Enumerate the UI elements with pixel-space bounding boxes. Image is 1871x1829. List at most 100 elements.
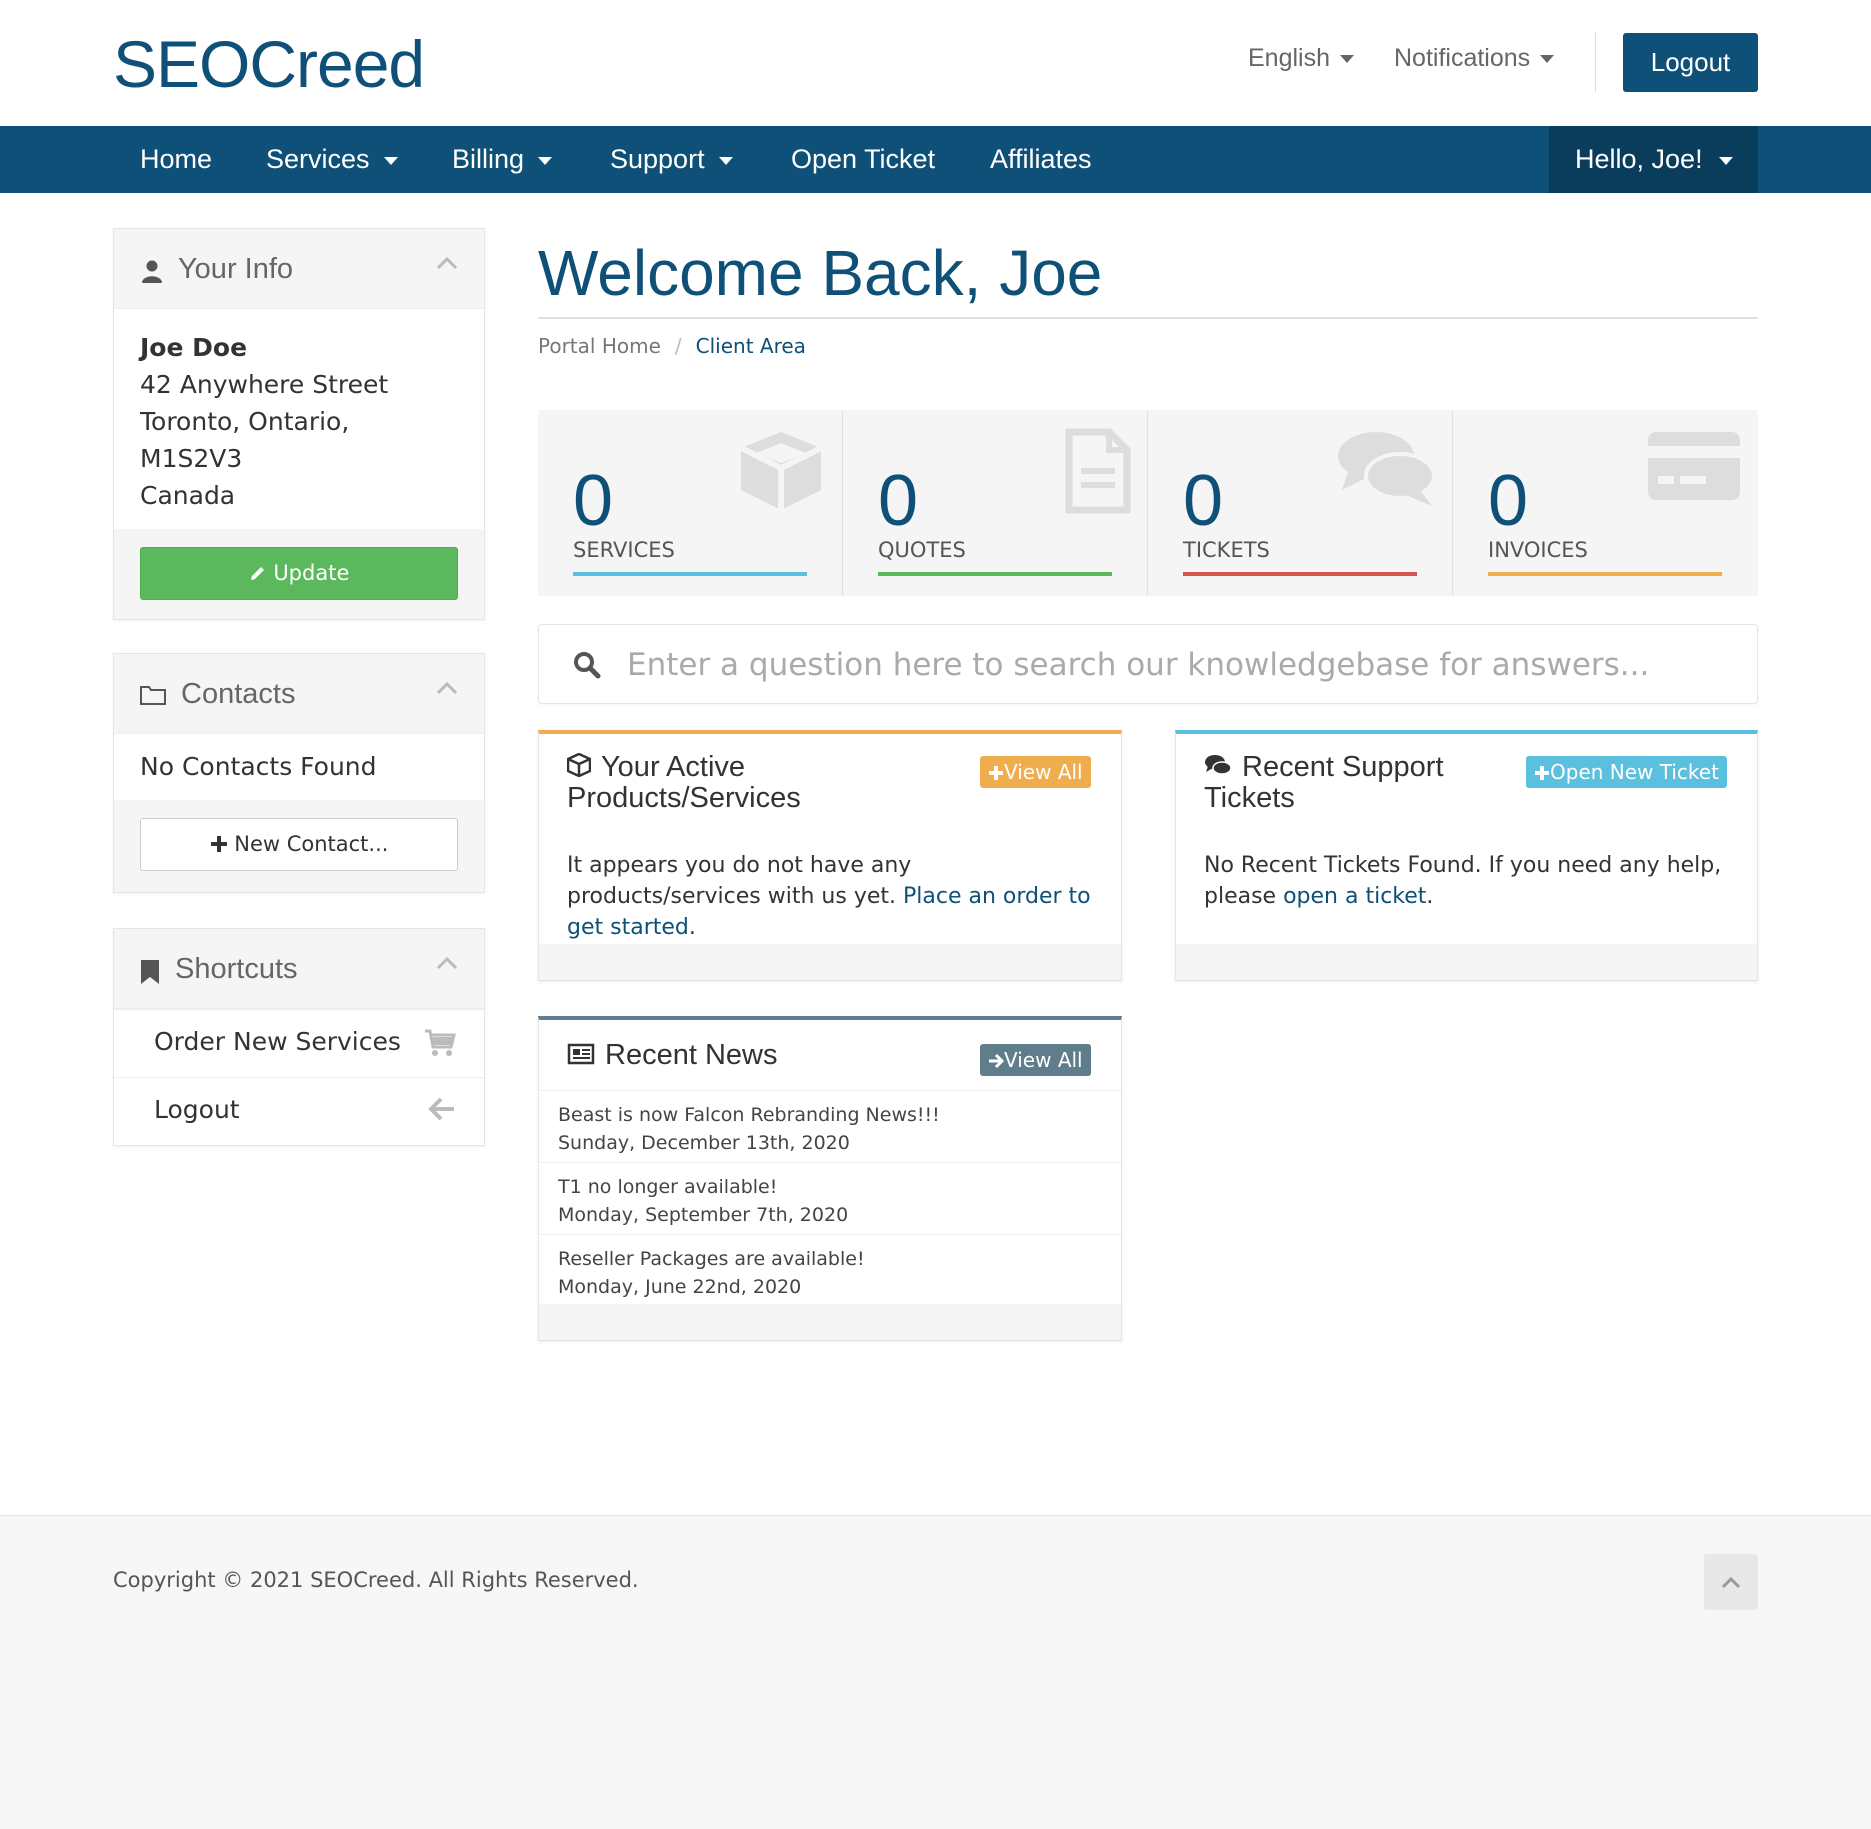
quotes-label: QUOTES xyxy=(878,538,966,562)
nav-billing[interactable]: Billing xyxy=(452,126,553,193)
products-view-all-button[interactable]: View All xyxy=(980,756,1091,788)
contacts-panel: Contacts No Contacts Found New Contact..… xyxy=(113,653,485,893)
kb-search-input[interactable] xyxy=(627,641,1727,689)
nav-home-label: Home xyxy=(140,144,213,174)
open-new-ticket-button[interactable]: Open New Ticket xyxy=(1526,756,1727,788)
caret-down-icon xyxy=(538,156,553,165)
products-period: . xyxy=(688,915,696,940)
news-view-all-button[interactable]: View All xyxy=(980,1044,1091,1076)
language-dropdown[interactable]: English xyxy=(1248,44,1354,73)
language-label: English xyxy=(1248,44,1330,72)
products-empty-text: It appears you do not have any products/… xyxy=(567,853,912,909)
address-line: Toronto, Ontario, xyxy=(140,407,350,436)
notifications-dropdown[interactable]: Notifications xyxy=(1394,44,1555,73)
nav-affiliates[interactable]: Affiliates xyxy=(990,126,1092,193)
open-ticket-link[interactable]: open a ticket xyxy=(1283,884,1426,909)
your-info-panel: Your Info Joe Doe 42 Anywhere Street Tor… xyxy=(113,228,485,620)
shortcuts-title: Shortcuts xyxy=(175,953,298,985)
shortcut-order-new-services[interactable]: Order New Services xyxy=(114,1009,484,1077)
logout-button[interactable]: Logout xyxy=(1623,33,1758,92)
news-item[interactable]: T1 no longer available! Monday, Septembe… xyxy=(539,1162,1121,1234)
chevron-up-icon[interactable] xyxy=(436,955,458,974)
open-new-ticket-label: Open New Ticket xyxy=(1550,760,1719,784)
search-icon xyxy=(573,651,601,683)
your-info-footer: Update xyxy=(114,529,484,619)
products-card-footer xyxy=(539,944,1121,980)
address-line: M1S2V3 xyxy=(140,444,243,473)
tile-quotes[interactable]: 0 QUOTES xyxy=(843,410,1148,596)
news-card: Recent News View All Beast is now Falcon… xyxy=(538,1016,1122,1341)
shortcuts-header[interactable]: Shortcuts xyxy=(114,929,484,1009)
news-item-date: Monday, June 22nd, 2020 xyxy=(558,1276,802,1298)
shortcut-logout[interactable]: Logout xyxy=(114,1077,484,1145)
tile-tickets[interactable]: 0 TICKETS xyxy=(1148,410,1453,596)
services-count: 0 xyxy=(573,461,614,541)
page-title: Welcome Back, Joe xyxy=(538,237,1103,309)
back-to-top-button[interactable] xyxy=(1704,1554,1758,1610)
title-divider xyxy=(538,317,1758,319)
contacts-footer: New Contact... xyxy=(114,800,484,892)
breadcrumb: Portal Home / Client Area xyxy=(538,334,806,358)
news-card-footer xyxy=(539,1304,1121,1340)
site-logo[interactable]: SEOCreed xyxy=(113,26,425,102)
nav-support-label: Support xyxy=(610,144,705,174)
header-divider xyxy=(1595,32,1596,92)
products-card-title: Your Active Products/Services xyxy=(566,752,801,815)
tickets-title-line1: Recent Support xyxy=(1242,751,1444,783)
tickets-card: Recent Support Tickets Open New Ticket N… xyxy=(1175,730,1758,981)
comments-icon xyxy=(1204,753,1232,783)
stat-tiles: 0 SERVICES 0 QUOTES 0 TICKETS 0 INVOICES xyxy=(538,410,1758,596)
arrow-right-icon xyxy=(988,1048,1005,1072)
main-navbar: Home Services Billing Support Open Ticke… xyxy=(0,126,1871,193)
products-view-all-label: View All xyxy=(1004,760,1083,784)
nav-open-ticket[interactable]: Open Ticket xyxy=(791,126,935,193)
caret-down-icon xyxy=(1718,156,1733,165)
new-contact-button[interactable]: New Contact... xyxy=(140,818,458,871)
user-menu[interactable]: Hello, Joe! xyxy=(1549,126,1758,193)
caret-down-icon xyxy=(718,156,733,165)
contacts-header[interactable]: Contacts xyxy=(114,654,484,734)
quotes-count: 0 xyxy=(878,461,919,541)
breadcrumb-client-area: Client Area xyxy=(695,334,806,358)
shortcut-label: Order New Services xyxy=(154,1027,401,1056)
news-item[interactable]: Beast is now Falcon Rebranding News!!! S… xyxy=(539,1090,1121,1162)
cube-icon xyxy=(736,428,826,518)
products-title-line2: Products/Services xyxy=(567,782,801,815)
tile-invoices[interactable]: 0 INVOICES xyxy=(1453,410,1758,596)
news-item-title: Reseller Packages are available! xyxy=(558,1248,865,1270)
caret-down-icon xyxy=(1540,55,1555,64)
news-card-title: Recent News xyxy=(567,1040,777,1071)
news-item-title: Beast is now Falcon Rebranding News!!! xyxy=(558,1104,940,1126)
news-item-date: Monday, September 7th, 2020 xyxy=(558,1204,849,1226)
update-button[interactable]: Update xyxy=(140,547,458,600)
chevron-up-icon xyxy=(1721,1574,1741,1593)
shortcuts-panel: Shortcuts Order New Services Logout xyxy=(113,928,485,1146)
chevron-up-icon[interactable] xyxy=(436,255,458,274)
invoices-count: 0 xyxy=(1488,461,1529,541)
news-item[interactable]: Reseller Packages are available! Monday,… xyxy=(539,1234,1121,1306)
caret-down-icon xyxy=(1340,55,1354,64)
breadcrumb-separator: / xyxy=(674,334,682,358)
user-greeting: Hello, Joe! xyxy=(1575,144,1703,174)
page: SEOCreed English Notifications Logout Ho… xyxy=(0,0,1871,1829)
tile-services[interactable]: 0 SERVICES xyxy=(538,410,843,596)
breadcrumb-portal-home[interactable]: Portal Home xyxy=(538,334,661,358)
newspaper-icon xyxy=(567,1041,595,1071)
nav-services[interactable]: Services xyxy=(266,126,398,193)
chevron-up-icon[interactable] xyxy=(436,680,458,699)
folder-icon xyxy=(140,684,166,710)
no-contacts-text: No Contacts Found xyxy=(140,752,377,781)
plus-icon xyxy=(210,832,235,856)
nav-support[interactable]: Support xyxy=(610,126,733,193)
nav-affiliates-label: Affiliates xyxy=(990,144,1092,174)
your-info-body: Joe Doe 42 Anywhere Street Toronto, Onta… xyxy=(114,309,484,529)
your-info-title: Your Info xyxy=(178,253,294,285)
nav-home[interactable]: Home xyxy=(140,126,212,193)
tickets-bar xyxy=(1183,572,1417,576)
kb-search-box xyxy=(538,624,1758,704)
client-name: Joe Doe xyxy=(140,333,248,362)
shopping-cart-icon xyxy=(424,1028,456,1064)
your-info-header[interactable]: Your Info xyxy=(114,229,484,309)
address-line: 42 Anywhere Street xyxy=(140,370,389,399)
services-bar xyxy=(573,572,807,576)
